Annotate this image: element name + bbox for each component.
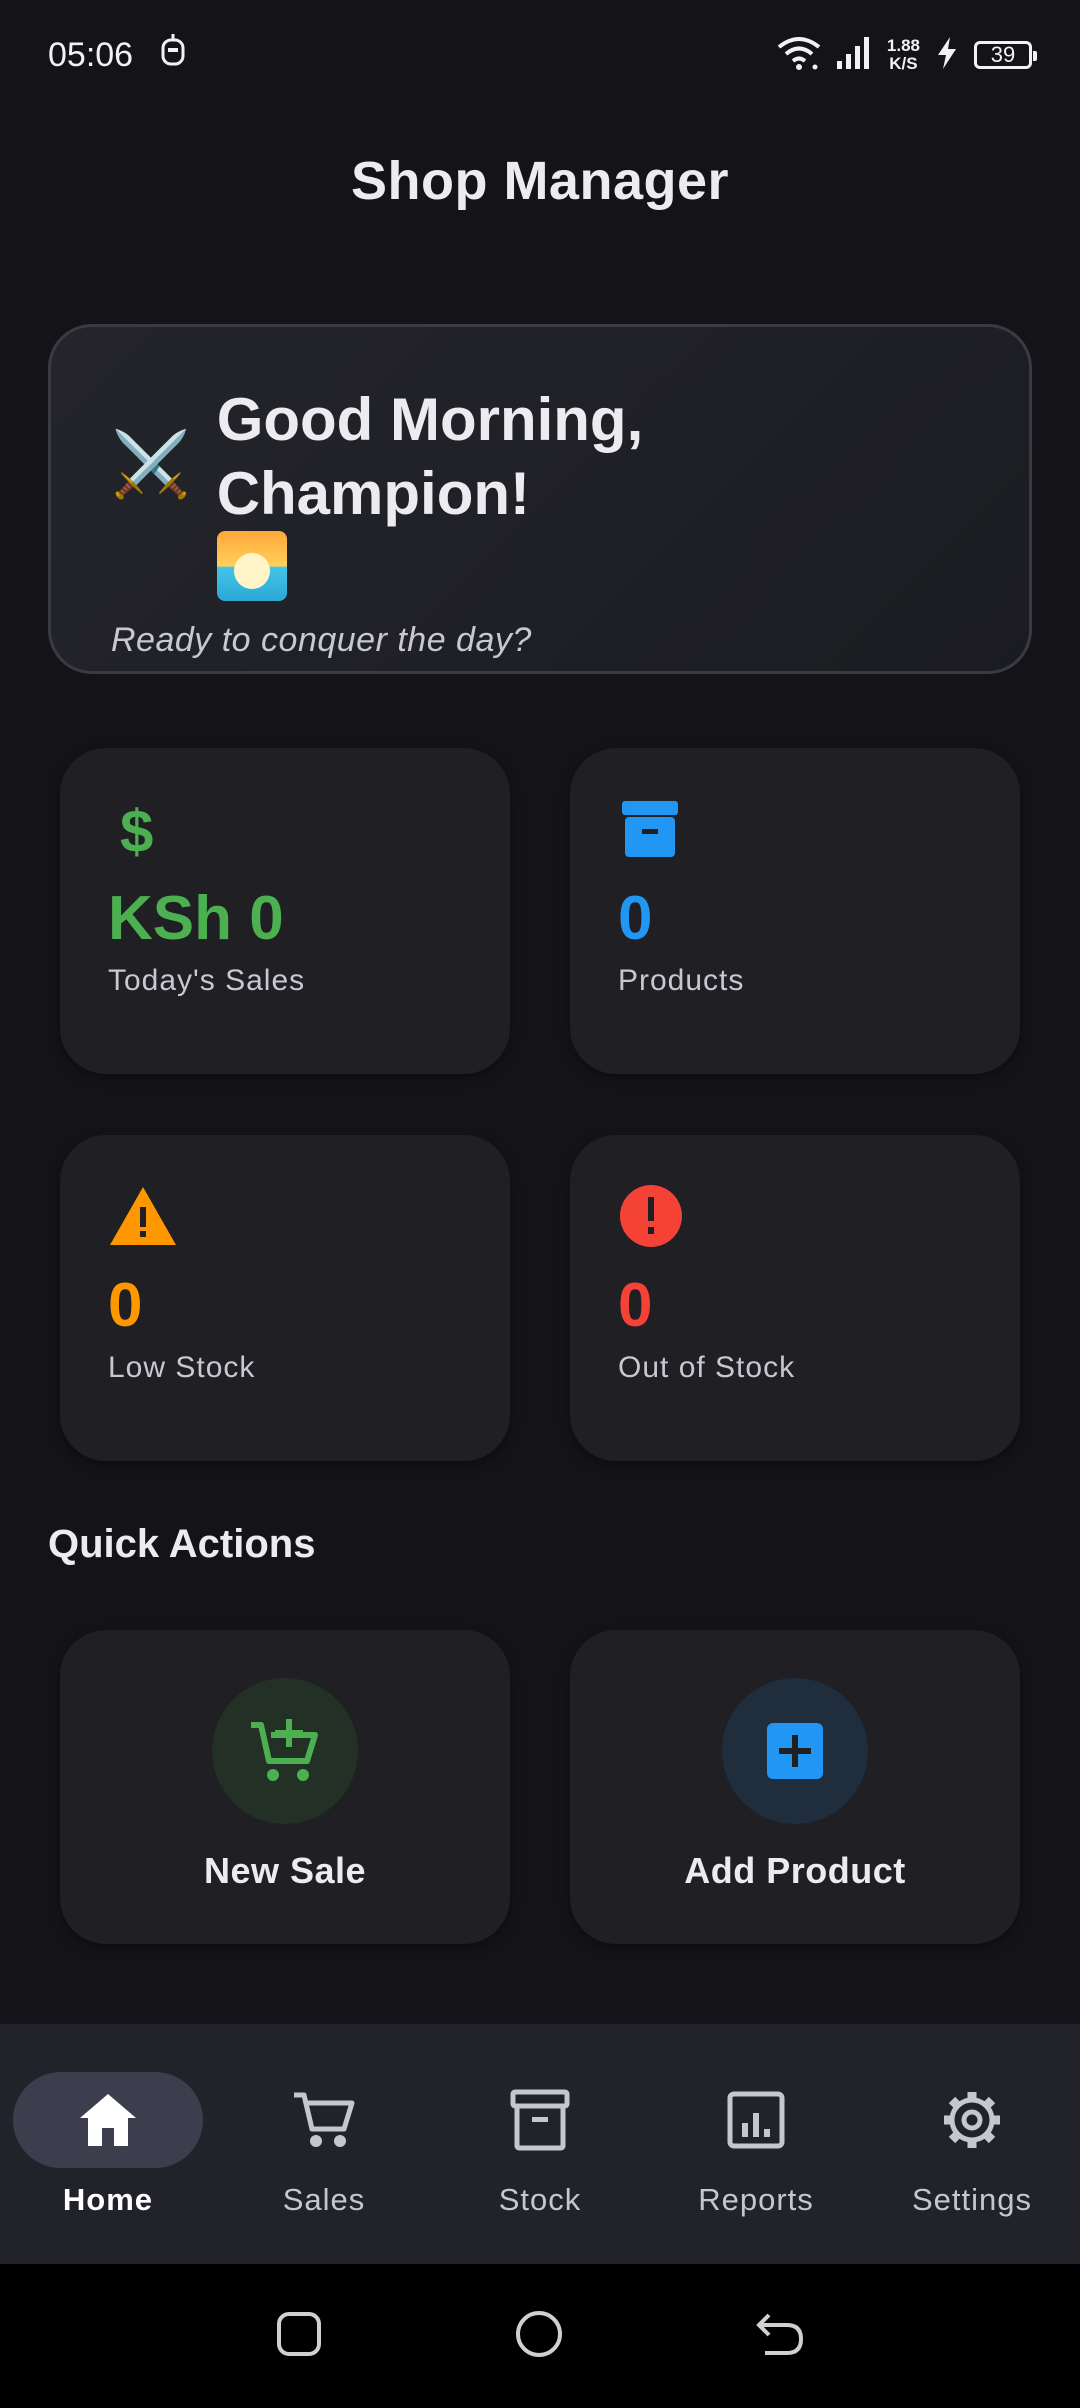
archive-box-icon xyxy=(618,796,972,862)
recents-button[interactable] xyxy=(275,2310,323,2363)
nav-label: Sales xyxy=(282,2182,366,2217)
add-product-button[interactable]: Add Product xyxy=(570,1630,1020,1944)
net-speed-value: 1.88 xyxy=(886,36,920,55)
add-product-label: Add Product xyxy=(684,1850,906,1891)
stat-value: 0 xyxy=(618,1271,653,1340)
stat-card-out-of-stock[interactable]: 0 Out of Stock xyxy=(570,1135,1020,1461)
home-icon xyxy=(13,2072,203,2168)
greeting-text: Good Morning, Champion! xyxy=(216,383,969,601)
back-button[interactable] xyxy=(755,2311,805,2362)
cart-icon xyxy=(229,2072,419,2168)
status-bar: 05:06 1.88 K/S 39 xyxy=(0,0,1080,110)
greeting-card: ⚔️ Good Morning, Champion! Ready to conq… xyxy=(48,324,1032,674)
nav-item-settings[interactable]: Settings xyxy=(872,2072,1072,2218)
nav-item-stock[interactable]: Stock xyxy=(440,2072,640,2218)
nav-label: Home xyxy=(62,2182,154,2217)
crossed-swords-icon: ⚔️ xyxy=(111,428,191,500)
nav-label: Reports xyxy=(698,2182,814,2217)
nav-item-sales[interactable]: Sales xyxy=(224,2072,424,2218)
new-sale-button[interactable]: New Sale xyxy=(60,1630,510,1944)
nav-label: Settings xyxy=(911,2182,1032,2217)
stat-label: Out of Stock xyxy=(618,1351,796,1384)
status-time: 05:06 xyxy=(48,35,134,74)
page-title: Shop Manager xyxy=(350,151,730,211)
quick-actions-title: Quick Actions xyxy=(48,1522,316,1566)
dollar-icon: $ xyxy=(108,796,462,862)
status-left: 05:06 xyxy=(48,33,187,77)
chart-icon xyxy=(661,2072,851,2168)
alert-circle-icon xyxy=(618,1183,972,1249)
stat-value: KSh 0 xyxy=(108,884,284,953)
wifi-icon xyxy=(777,35,821,76)
home-system-button[interactable] xyxy=(514,2309,564,2364)
greeting-title: Good Morning, Champion! xyxy=(216,386,644,527)
stat-label: Low Stock xyxy=(108,1351,256,1384)
archive-icon xyxy=(445,2072,635,2168)
warning-triangle-icon xyxy=(108,1183,462,1249)
battery-level: 39 xyxy=(990,42,1016,67)
notification-icon xyxy=(159,33,187,77)
app-screen: 05:06 1.88 K/S 39 Shop Manager ⚔️ Good M… xyxy=(0,0,1080,2408)
stat-card-products[interactable]: 0 Products xyxy=(570,748,1020,1074)
new-sale-label: New Sale xyxy=(203,1850,367,1891)
svg-text:$: $ xyxy=(120,798,153,862)
stat-card-low-stock[interactable]: 0 Low Stock xyxy=(60,1135,510,1461)
greeting-subtitle: Ready to conquer the day? xyxy=(111,621,532,659)
gear-icon xyxy=(877,2072,1067,2168)
bottom-navigation: Home Sales Stock Reports Settings xyxy=(0,2024,1080,2264)
stat-value: 0 xyxy=(108,1271,143,1340)
signal-icon xyxy=(836,36,871,74)
nav-label: Stock xyxy=(498,2182,582,2217)
battery-indicator: 39 xyxy=(974,41,1037,69)
cart-add-icon xyxy=(212,1678,358,1824)
system-navigation-bar xyxy=(0,2264,1080,2408)
charging-icon xyxy=(936,36,958,74)
stat-card-todays-sales[interactable]: $ KSh 0 Today's Sales xyxy=(60,748,510,1074)
stat-label: Today's Sales xyxy=(108,964,306,997)
stat-label: Products xyxy=(618,964,745,997)
greeting-row: ⚔️ Good Morning, Champion! xyxy=(111,383,969,601)
net-speed: 1.88 K/S xyxy=(887,37,920,73)
sunrise-icon xyxy=(216,531,287,601)
status-right: 1.88 K/S 39 xyxy=(777,35,1037,76)
nav-item-home[interactable]: Home xyxy=(8,2072,208,2218)
nav-item-reports[interactable]: Reports xyxy=(656,2072,856,2218)
plus-box-icon xyxy=(722,1678,868,1824)
net-speed-unit: K/S xyxy=(889,54,918,73)
stat-value: 0 xyxy=(618,884,653,953)
